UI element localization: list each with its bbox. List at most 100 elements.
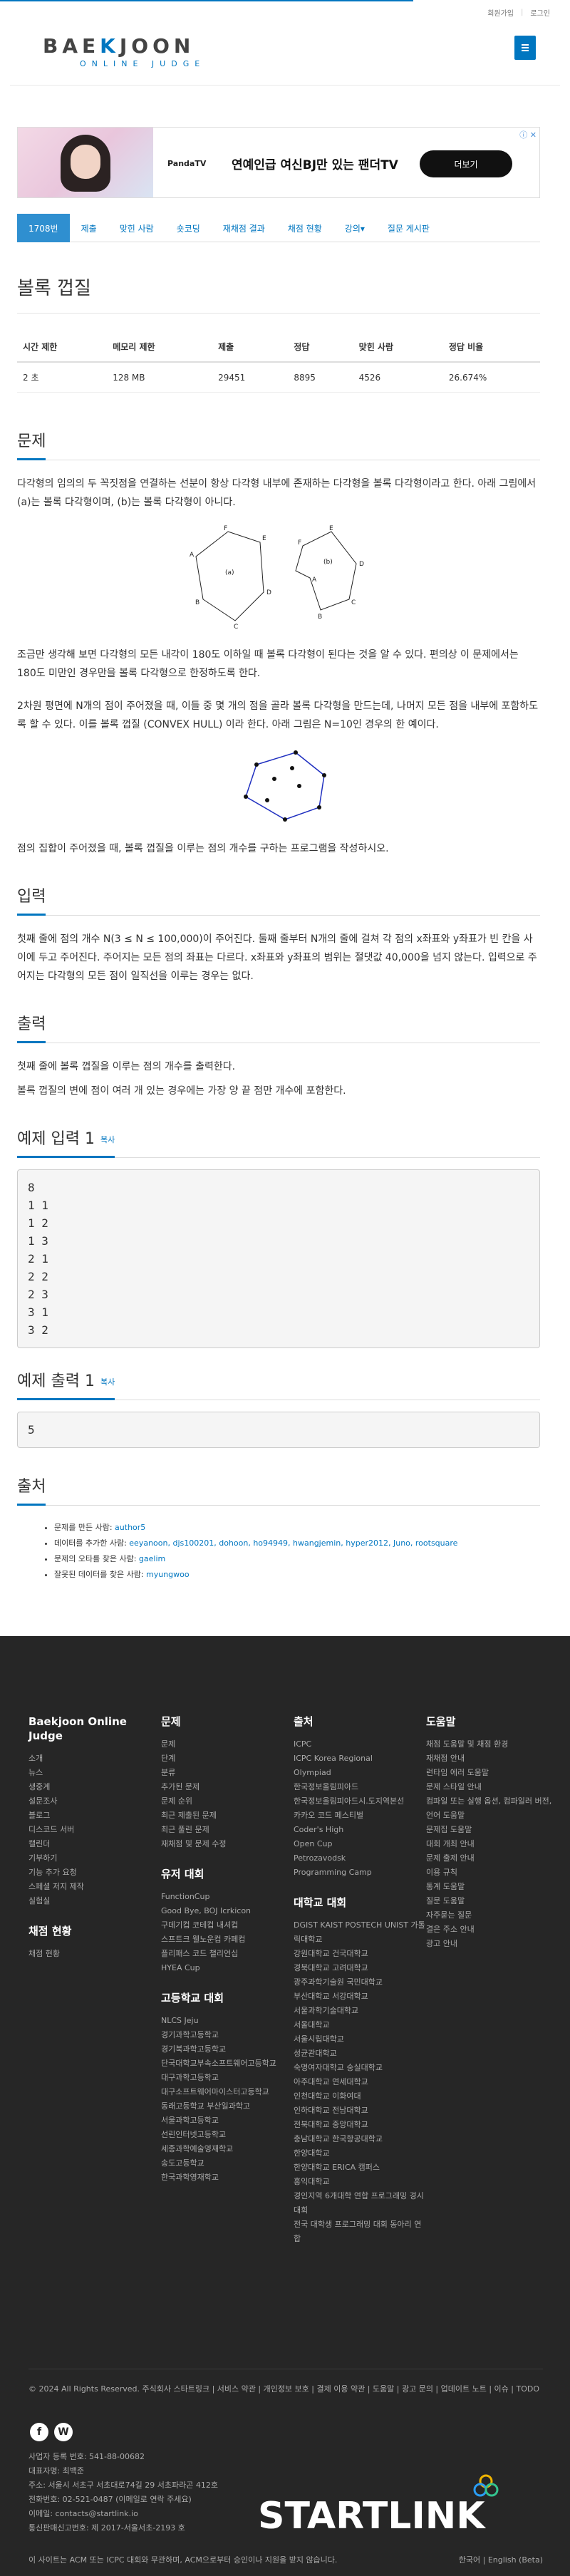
- footer-link[interactable]: 질문 도움말: [426, 1894, 559, 1908]
- footer-link[interactable]: 문제: [161, 1737, 294, 1752]
- footer-link[interactable]: 자주묻는 질문: [426, 1908, 559, 1923]
- footer-link[interactable]: 기부하기: [28, 1851, 161, 1866]
- footer-link[interactable]: 광고 안내: [426, 1937, 559, 1951]
- source-link[interactable]: gaelim: [139, 1554, 165, 1563]
- footer-link[interactable]: Open Cup: [294, 1837, 426, 1851]
- footer-link[interactable]: 기능 추가 요청: [28, 1866, 161, 1880]
- footer-link[interactable]: 전북대학교 중앙대학교: [294, 2118, 426, 2132]
- footer-link[interactable]: 추가된 문제: [161, 1780, 294, 1794]
- footer-link[interactable]: 대회 개최 안내: [426, 1837, 559, 1851]
- footer-link[interactable]: 스프트크 웰노운컵 카페컵: [161, 1933, 294, 1947]
- tab-solved-users[interactable]: 맞힌 사람: [108, 214, 165, 242]
- facebook-icon[interactable]: f: [30, 2423, 48, 2441]
- footer-link[interactable]: 런타임 에러 도움말: [426, 1766, 559, 1780]
- ad-more-button[interactable]: 더보기: [420, 150, 512, 177]
- footer-link[interactable]: 한양대학교 ERICA 캠퍼스: [294, 2161, 426, 2175]
- footer-link[interactable]: 문제 순위: [161, 1794, 294, 1809]
- footer-link[interactable]: 성균관대학교: [294, 2047, 426, 2061]
- footer-link[interactable]: 전국 대학생 프로그래밍 대회 동아리 연합: [294, 2218, 426, 2246]
- footer-link[interactable]: 뉴스: [28, 1766, 161, 1780]
- footer-link[interactable]: DGIST KAIST POSTECH UNIST 가톨릭대학교: [294, 1918, 426, 1947]
- footer-link[interactable]: 결은 주소 안내: [426, 1923, 559, 1937]
- footer-link[interactable]: 송도고등학교: [161, 2156, 294, 2171]
- footer-link[interactable]: 구데기컵 코테컵 내셔컵: [161, 1918, 294, 1933]
- footer-link[interactable]: 문제집 도움말: [426, 1823, 559, 1837]
- footer-link[interactable]: 단계: [161, 1752, 294, 1766]
- wordpress-icon[interactable]: W: [54, 2423, 73, 2441]
- footer-link[interactable]: 문제 출제 안내: [426, 1851, 559, 1866]
- footer-link[interactable]: 서울과학고등학교: [161, 2114, 294, 2128]
- source-link[interactable]: eeyanoon, djs100201, dohoon, ho94949, hw…: [129, 1538, 457, 1548]
- footer-link[interactable]: 분류: [161, 1766, 294, 1780]
- footer-link[interactable]: 설문조사: [28, 1794, 161, 1809]
- footer-link[interactable]: 경북대학교 고려대학교: [294, 1961, 426, 1975]
- footer-link[interactable]: 재채점 및 문제 수정: [161, 1837, 294, 1851]
- menu-toggle-button[interactable]: [514, 36, 536, 60]
- footer-link[interactable]: 스페셜 저지 제작: [28, 1880, 161, 1894]
- footer-link[interactable]: 세종과학예술영재학교: [161, 2142, 294, 2156]
- footer-link[interactable]: Good Bye, BOJ Icrkicon: [161, 1904, 294, 1918]
- login-link[interactable]: 로그인: [530, 7, 550, 18]
- footer-link[interactable]: 한국정보올림피아드시.도지역본선: [294, 1794, 426, 1809]
- tab-problem[interactable]: 1708번: [17, 214, 70, 242]
- footer-link[interactable]: 소개: [28, 1752, 161, 1766]
- language-switch[interactable]: 한국어 | English (Beta): [459, 2554, 543, 2565]
- footer-link[interactable]: FunctionCup: [161, 1890, 294, 1904]
- footer-link[interactable]: 생중계: [28, 1780, 161, 1794]
- footer-link[interactable]: Programming Camp: [294, 1866, 426, 1880]
- tab-submit[interactable]: 제출: [70, 214, 108, 242]
- signup-link[interactable]: 회원가입: [487, 7, 514, 18]
- footer-link[interactable]: HYEA Cup: [161, 1961, 294, 1975]
- footer-link[interactable]: 문제 스타일 안내: [426, 1780, 559, 1794]
- footer-link[interactable]: 아주대학교 연세대학교: [294, 2075, 426, 2089]
- footer-link[interactable]: 캘린더: [28, 1837, 161, 1851]
- footer-link[interactable]: 경인지역 6개대학 연합 프로그래밍 경시대회: [294, 2189, 426, 2218]
- footer-link[interactable]: 대구과학고등학교: [161, 2071, 294, 2085]
- footer-link[interactable]: 최근 제출된 문제: [161, 1809, 294, 1823]
- footer-link[interactable]: 강원대학교 건국대학교: [294, 1947, 426, 1961]
- footer-link[interactable]: 서울시립대학교: [294, 2032, 426, 2047]
- footer-link[interactable]: 부산대학교 서강대학교: [294, 1990, 426, 2004]
- footer-link[interactable]: 카카오 코드 페스티벌: [294, 1809, 426, 1823]
- footer-link[interactable]: Olympiad: [294, 1766, 426, 1780]
- footer-link[interactable]: 한국과학영재학교: [161, 2171, 294, 2185]
- tab-status[interactable]: 채점 현황: [276, 214, 333, 242]
- footer-link[interactable]: 경기과학고등학교: [161, 2028, 294, 2042]
- footer-link[interactable]: ICPC Korea Regional: [294, 1752, 426, 1766]
- footer-link[interactable]: 이용 규칙: [426, 1866, 559, 1880]
- sample-output-block[interactable]: 5: [17, 1412, 540, 1448]
- source-link[interactable]: author5: [115, 1523, 145, 1532]
- footer-link[interactable]: 인하대학교 전남대학교: [294, 2104, 426, 2118]
- sample-input-block[interactable]: 8 1 1 1 2 1 3 2 1 2 2 2 3 3 1 3 2: [17, 1169, 540, 1348]
- footer-link[interactable]: Coder's High: [294, 1823, 426, 1837]
- footer-link[interactable]: 블로그: [28, 1809, 161, 1823]
- tab-rejudge[interactable]: 재채점 결과: [212, 214, 276, 242]
- footer-link[interactable]: NLCS Jeju: [161, 2014, 294, 2028]
- ad-close-icon[interactable]: ⓘ ✕: [519, 129, 537, 140]
- footer-link[interactable]: 한국정보올림피아드: [294, 1780, 426, 1794]
- footer-link[interactable]: 서울과학기술대학교: [294, 2004, 426, 2018]
- footer-link[interactable]: 컴파일 또는 실행 옵션, 컴파일러 버전, 언어 도움말: [426, 1794, 559, 1823]
- tab-short-coding[interactable]: 숏코딩: [165, 214, 212, 242]
- source-link[interactable]: myungwoo: [146, 1570, 190, 1579]
- footer-link[interactable]: 한양대학교: [294, 2146, 426, 2161]
- site-logo[interactable]: BAEKJOON ONLINE JUDGE: [43, 34, 205, 68]
- footer-link[interactable]: 충남대학교 한국항공대학교: [294, 2132, 426, 2146]
- tab-lecture[interactable]: 강의▾: [333, 214, 376, 242]
- footer-link[interactable]: 실험실: [28, 1894, 161, 1908]
- footer-link[interactable]: 재채점 안내: [426, 1752, 559, 1766]
- tab-board[interactable]: 질문 게시판: [376, 214, 441, 242]
- footer-link[interactable]: 홍익대학교: [294, 2175, 426, 2189]
- footer-link[interactable]: Petrozavodsk: [294, 1851, 426, 1866]
- footer-link[interactable]: ICPC: [294, 1737, 426, 1752]
- footer-link[interactable]: 채점 도움말 및 채점 환경: [426, 1737, 559, 1752]
- footer-link[interactable]: 단국대학교부속소프트웨어고등학교: [161, 2057, 294, 2071]
- footer-link[interactable]: 숙명여자대학교 숭실대학교: [294, 2061, 426, 2075]
- footer-bottom-links[interactable]: © 2024 All Rights Reserved. 주식회사 스타트링크 |…: [28, 2369, 543, 2396]
- copy-button[interactable]: 복사: [100, 1377, 115, 1387]
- footer-link[interactable]: 인천대학교 이화여대: [294, 2089, 426, 2104]
- footer-link[interactable]: 플리패스 코드 챌리언십: [161, 1947, 294, 1961]
- footer-link[interactable]: 선린인터넷고등학교: [161, 2128, 294, 2142]
- footer-link[interactable]: 광주과학기술원 국민대학교: [294, 1975, 426, 1990]
- footer-link[interactable]: 경기북과학고등학교: [161, 2042, 294, 2057]
